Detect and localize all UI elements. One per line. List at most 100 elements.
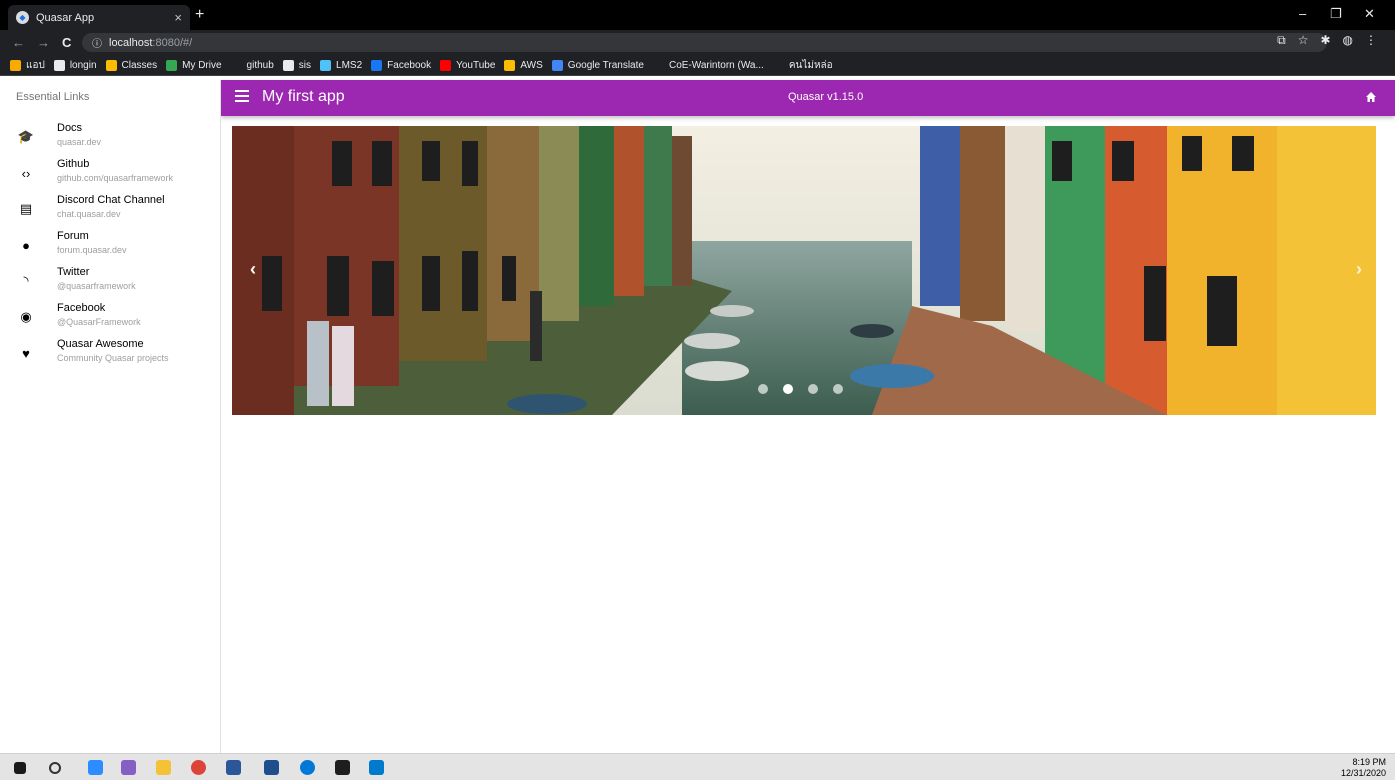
carousel-dot[interactable]	[808, 384, 818, 394]
bookmark-icon	[440, 59, 452, 71]
browser-menu-icon[interactable]: ⋮	[1365, 33, 1377, 48]
bookmark-item[interactable]: YouTube	[440, 59, 496, 71]
essential-link-facebook[interactable]: ◉ Facebook @QuasarFramework	[0, 300, 220, 336]
image-carousel[interactable]: ‹ ›	[232, 126, 1376, 415]
translate-icon[interactable]: ⧉	[1277, 33, 1286, 48]
browser-tab[interactable]: ◆ Quasar App ×	[8, 5, 190, 30]
new-tab-button[interactable]: +	[195, 6, 204, 24]
essential-link-github[interactable]: ‹› Github github.com/quasarframework	[0, 156, 220, 192]
school-icon: 🎓	[17, 129, 35, 144]
tab-title: Quasar App	[36, 11, 95, 24]
link-title: Docs	[57, 122, 83, 134]
windows-start-icon[interactable]	[14, 762, 26, 774]
bookmark-item[interactable]: CoE-Warintorn (Wa...	[652, 59, 764, 71]
link-caption: Community Quasar projects	[57, 353, 169, 363]
bookmark-item[interactable]: Google Translate	[551, 59, 644, 71]
extensions-puzzle-icon[interactable]: ✱	[1320, 33, 1330, 48]
vscode-icon[interactable]	[369, 760, 384, 775]
bookmark-icon	[10, 59, 21, 71]
bookmark-item[interactable]: My Drive	[166, 59, 222, 71]
carousel-slide-image	[232, 126, 1376, 415]
bookmark-star-icon[interactable]: ☆	[1298, 33, 1309, 48]
essential-link-quasar-awesome[interactable]: ♥ Quasar Awesome Community Quasar projects	[0, 336, 220, 372]
link-caption: @quasarframework	[57, 281, 136, 291]
photos-icon[interactable]	[264, 760, 279, 775]
bookmarks-bar: แอป longin Classes My Drive github sis LMS2 Fac…	[0, 55, 1395, 76]
terminal-icon[interactable]	[335, 760, 350, 775]
bookmark-icon	[652, 59, 664, 71]
chrome-icon[interactable]	[191, 760, 206, 775]
url-input[interactable]: ⓘ localhost:8080/#/	[82, 33, 1327, 52]
minimize-button[interactable]: –	[1299, 6, 1306, 21]
tab-close-icon[interactable]: ×	[174, 10, 182, 25]
bookmark-icon	[772, 59, 784, 71]
link-caption: @QuasarFramework	[57, 317, 141, 327]
link-caption: chat.quasar.dev	[57, 209, 121, 219]
rss-feed-icon: ◝	[23, 273, 29, 288]
file-explorer-icon[interactable]	[156, 760, 171, 775]
essential-link-docs[interactable]: 🎓 Docs quasar.dev	[0, 120, 220, 156]
public-icon: ◉	[20, 309, 32, 324]
bookmark-item[interactable]: คนไม่หล่อ	[772, 58, 833, 73]
carousel-dot[interactable]	[833, 384, 843, 394]
bookmark-item[interactable]: github	[230, 59, 274, 71]
carousel-dot[interactable]	[783, 384, 793, 394]
forward-button[interactable]: →	[37, 35, 50, 50]
search-icon[interactable]	[49, 762, 61, 774]
bookmark-label: Classes	[121, 59, 158, 71]
link-title: Github	[57, 158, 90, 170]
carousel-dot[interactable]	[758, 384, 768, 394]
menu-icon[interactable]	[235, 90, 249, 102]
reload-button[interactable]: C	[62, 35, 71, 50]
bookmark-label: YouTube	[456, 59, 496, 71]
browser-tab-strip: ◆ Quasar App × + – ❐ ✕	[0, 0, 1395, 30]
app-title: My first app	[262, 88, 345, 105]
link-title: Forum	[57, 230, 89, 242]
bookmark-icon	[371, 59, 383, 71]
profile-avatar-icon[interactable]: ◍	[1343, 33, 1353, 48]
bookmark-label: github	[246, 59, 274, 71]
bookmark-item[interactable]: longin	[53, 59, 97, 71]
teamviewer-icon[interactable]	[300, 760, 315, 775]
link-title: Quasar Awesome	[57, 338, 144, 350]
essential-link-twitter[interactable]: ◝ Twitter @quasarframework	[0, 264, 220, 300]
bookmark-icon	[282, 59, 294, 71]
zoom-icon[interactable]	[88, 760, 103, 775]
left-drawer: Essential Links 🎓 Docs quasar.dev ‹› Github g…	[0, 80, 221, 753]
code-icon: ‹›	[21, 165, 31, 181]
carousel-next-button[interactable]: ›	[1356, 259, 1362, 280]
browser-extensions: ⧉ ☆ ✱ ◍ ⋮	[1277, 33, 1377, 48]
windows-taskbar: 8:19 PM 12/31/2020	[0, 753, 1395, 780]
bookmark-item[interactable]: AWS	[504, 59, 543, 71]
bookmark-item[interactable]: LMS2	[320, 59, 362, 71]
record-voice-icon: ●	[22, 237, 30, 253]
bookmark-item[interactable]: Facebook	[371, 59, 431, 71]
quasar-favicon-icon: ◆	[16, 11, 29, 24]
bookmark-label: sis	[298, 59, 312, 71]
bookmark-item[interactable]: sis	[282, 59, 312, 71]
bookmark-item[interactable]: Classes	[105, 59, 158, 71]
link-caption: quasar.dev	[57, 137, 102, 147]
url-host: localhost	[109, 36, 153, 49]
site-info-icon[interactable]: ⓘ	[92, 35, 102, 50]
visual-studio-icon[interactable]	[121, 760, 136, 775]
bookmark-label: AWS	[520, 59, 543, 71]
url-path: :8080/#/	[152, 36, 193, 49]
essential-link-forum[interactable]: ● Forum forum.quasar.dev	[0, 228, 220, 264]
word-icon[interactable]	[226, 760, 241, 775]
app-header: My first app Quasar v1.15.0	[221, 80, 1395, 116]
restore-button[interactable]: ❐	[1330, 6, 1342, 22]
carousel-prev-button[interactable]: ‹	[250, 259, 256, 280]
bookmark-label: คนไม่หล่อ	[788, 59, 833, 71]
address-bar-row: ← → C ⓘ localhost:8080/#/	[0, 30, 1395, 55]
bookmark-icon	[551, 59, 563, 71]
system-clock[interactable]: 8:19 PM 12/31/2020	[1341, 757, 1386, 779]
essential-link-discord-chat-channel[interactable]: ▤ Discord Chat Channel chat.quasar.dev	[0, 192, 220, 228]
bookmark-item[interactable]: แอป	[10, 58, 45, 73]
clock-time: 8:19 PM	[1352, 757, 1386, 767]
close-window-button[interactable]: ✕	[1364, 6, 1375, 22]
back-button[interactable]: ←	[12, 35, 25, 50]
home-icon[interactable]	[1365, 91, 1377, 103]
bookmark-icon	[504, 59, 516, 71]
drawer-title: Essential Links	[16, 91, 90, 103]
